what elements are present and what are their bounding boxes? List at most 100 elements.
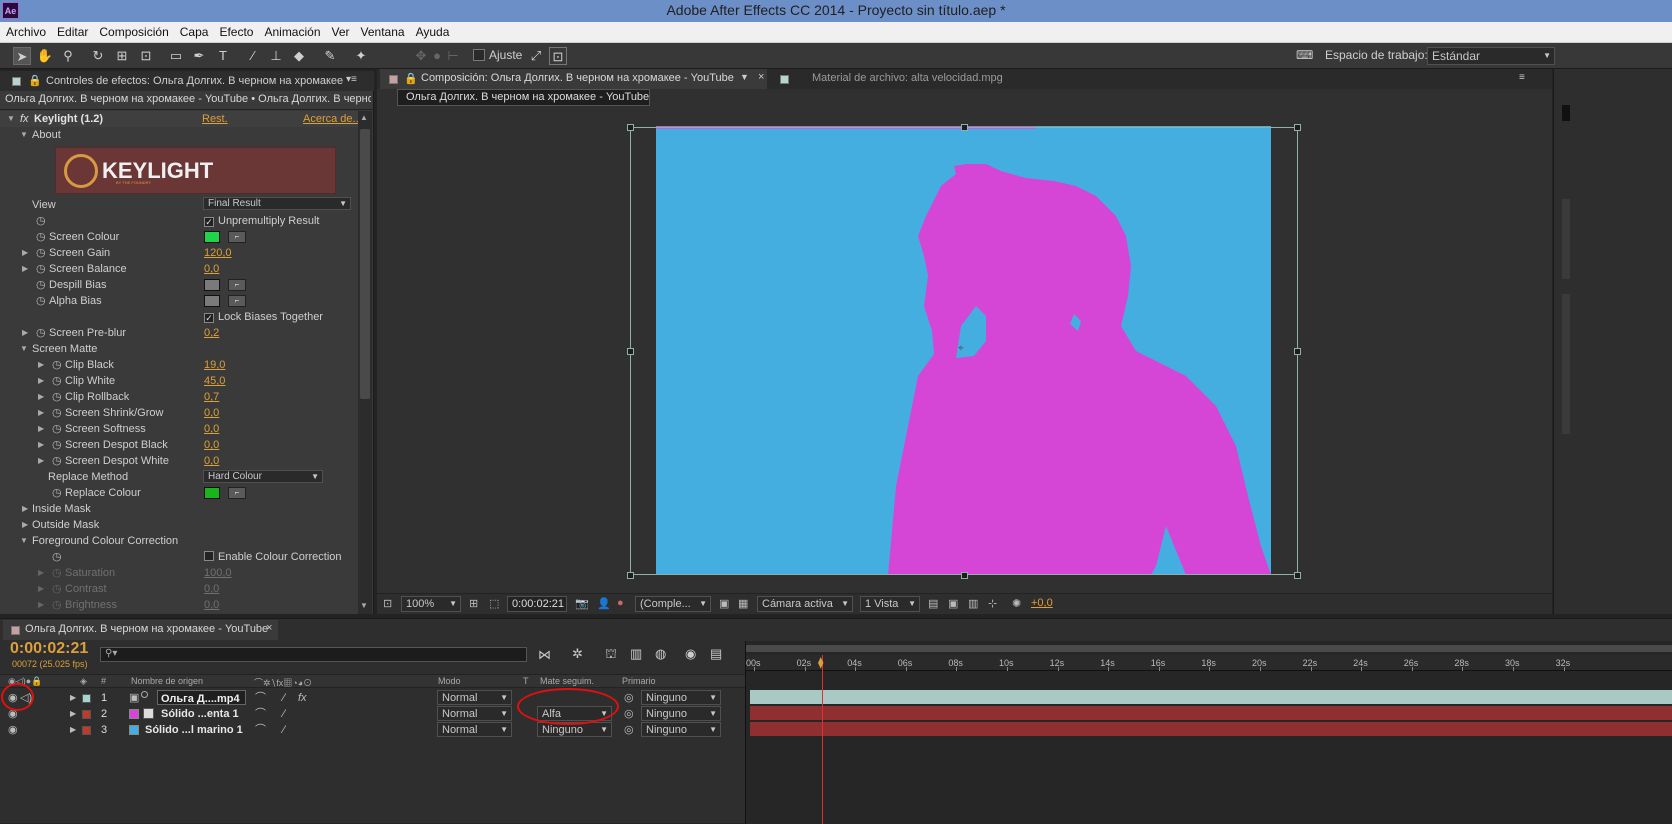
twirl-right-icon[interactable]: ▶ <box>38 453 44 469</box>
stopwatch-icon[interactable]: ◷ <box>36 213 46 229</box>
unpremultiply-checkbox[interactable]: ✓ Unpremultiply Result <box>204 213 319 229</box>
layer-bar[interactable] <box>750 690 1672 704</box>
resolution-select[interactable]: (Comple... ▼ <box>635 596 711 612</box>
clip-black-value[interactable]: 19,0 <box>204 357 225 373</box>
video-eye-icon[interactable]: ◉ <box>8 722 18 738</box>
effect-controls-scrollbar[interactable]: ▲ ▼ <box>358 111 372 614</box>
stopwatch-icon[interactable]: ◷ <box>52 421 62 437</box>
scrollbar-thumb[interactable] <box>360 129 370 399</box>
checkbox-unchecked-icon[interactable] <box>204 551 214 561</box>
rectangle-tool-icon[interactable]: ▭ <box>167 47 185 65</box>
layer-mode-select[interactable]: Normal ▼ <box>437 706 512 721</box>
menu-ayuda[interactable]: Ayuda <box>410 22 455 42</box>
replace-colour-swatch[interactable] <box>204 487 220 499</box>
twirl-down-icon[interactable]: ▼ <box>20 533 28 549</box>
outside-mask-row[interactable]: ▶ Outside Mask <box>0 517 358 533</box>
pan-behind-tool-icon[interactable]: ⊡ <box>137 47 155 65</box>
stopwatch-icon[interactable]: ◷ <box>36 229 46 245</box>
type-tool-icon[interactable]: T <box>214 47 232 65</box>
timeline-search-input[interactable]: ⚲▾ <box>100 647 527 662</box>
quality-switch-icon[interactable]: ∕ <box>283 690 285 706</box>
current-time-indicator[interactable] <box>822 655 823 824</box>
transform-handle[interactable] <box>627 348 634 355</box>
shy-switch-icon[interactable]: ⌒ <box>255 706 266 722</box>
reset-link[interactable]: Rest. <box>202 111 228 127</box>
hide-shy-layers-icon[interactable]: ⛫ <box>605 646 617 664</box>
layer-label-color[interactable] <box>82 694 91 703</box>
exposure-value[interactable]: +0,0 <box>1031 597 1053 609</box>
clip-rollback-value[interactable]: 0,7 <box>204 389 219 405</box>
layer-bar[interactable] <box>750 722 1672 736</box>
stopwatch-icon[interactable]: ◷ <box>36 293 46 309</box>
transform-handle[interactable] <box>961 572 968 579</box>
camera-select[interactable]: Cámara activa ▼ <box>757 596 853 612</box>
stopwatch-icon[interactable]: ◷ <box>52 485 62 501</box>
col-source-name[interactable]: Nombre de origen <box>131 676 203 686</box>
reset-exposure-icon[interactable]: ✺ <box>1012 597 1021 610</box>
layer-parent-select[interactable]: Ninguno ▼ <box>641 722 721 737</box>
eyedropper-icon[interactable]: ⌐ <box>228 487 246 499</box>
shrink-grow-value[interactable]: 0,0 <box>204 405 219 421</box>
transform-handle[interactable] <box>961 124 968 131</box>
hand-tool-icon[interactable]: ✋ <box>36 47 54 65</box>
close-icon[interactable]: × <box>266 622 272 634</box>
close-icon[interactable]: × <box>758 71 764 83</box>
brush-tool-icon[interactable]: ∕ <box>244 47 262 65</box>
checkbox-checked-icon[interactable]: ✓ <box>204 217 214 227</box>
alpha-bias-swatch[interactable] <box>204 295 220 307</box>
transform-handle[interactable] <box>627 124 634 131</box>
layer-parent-select[interactable]: Ninguno ▼ <box>641 690 721 705</box>
replace-method-select[interactable]: Hard Colour ▼ <box>203 470 323 483</box>
pickwhip-icon[interactable]: ◎ <box>624 722 634 738</box>
safe-zones-icon[interactable]: ⊞ <box>469 597 478 610</box>
screen-gain-value[interactable]: 120,0 <box>204 245 232 261</box>
transform-handle[interactable] <box>627 572 634 579</box>
camera-orbit-tool-icon[interactable]: ⊞ <box>113 47 131 65</box>
twirl-right-icon[interactable]: ▶ <box>70 690 76 706</box>
enable-correction-checkbox[interactable]: Enable Colour Correction <box>204 549 342 565</box>
effect-switch-icon[interactable]: fx <box>298 690 307 706</box>
layer-mode-select[interactable]: Normal ▼ <box>437 690 512 705</box>
twirl-down-icon[interactable]: ▼ <box>20 127 28 143</box>
screen-preblur-value[interactable]: 0,2 <box>204 325 219 341</box>
snap-target-icon[interactable]: ⊡ <box>549 47 567 65</box>
snap-checkbox[interactable] <box>473 49 485 61</box>
effect-header-row[interactable]: ▼ fx Keylight (1.2) Rest. Acerca de... <box>0 111 358 127</box>
roto-brush-tool-icon[interactable]: ✎ <box>321 47 339 65</box>
show-snapshot-icon[interactable]: 👤 <box>597 597 611 610</box>
zoom-select[interactable]: 100% ▼ <box>401 596 461 612</box>
puppet-pin-tool-icon[interactable]: ✦ <box>352 47 370 65</box>
graph-editor-icon[interactable]: ◉ <box>685 646 696 662</box>
channel-icon[interactable]: ● <box>617 597 624 609</box>
eyedropper-icon[interactable]: ⌐ <box>228 279 246 291</box>
twirl-right-icon[interactable]: ▶ <box>38 389 44 405</box>
stopwatch-icon[interactable]: ◷ <box>52 389 62 405</box>
scroll-down-icon[interactable]: ▼ <box>360 601 368 610</box>
menu-ventana[interactable]: Ventana <box>355 22 410 42</box>
fast-previews-icon[interactable]: ▣ <box>948 597 958 610</box>
always-preview-icon[interactable]: ⊡ <box>383 597 392 610</box>
twirl-right-icon[interactable]: ▶ <box>22 261 28 277</box>
clone-stamp-tool-icon[interactable]: ⊥ <box>267 47 285 65</box>
tab-timeline[interactable]: Ольга Долгих. В черном на хромакее - You… <box>3 620 278 640</box>
selection-tool-icon[interactable]: ➤ <box>13 47 31 65</box>
timeline-icon[interactable]: ▥ <box>968 597 978 610</box>
twirl-down-icon[interactable]: ▼ <box>20 341 28 357</box>
stopwatch-icon[interactable]: ◷ <box>36 245 46 261</box>
inside-mask-row[interactable]: ▶ Inside Mask <box>0 501 358 517</box>
clip-white-value[interactable]: 45,0 <box>204 373 225 389</box>
eyedropper-icon[interactable]: ⌐ <box>228 231 246 243</box>
zoom-tool-icon[interactable]: ⚲ <box>59 47 77 65</box>
screen-colour-swatch[interactable] <box>204 231 220 243</box>
composition-navigator-chip[interactable]: Ольга Долгих. В черном на хромакее - You… <box>397 89 650 106</box>
toggle-pixel-aspect-icon[interactable]: ▤ <box>928 597 938 610</box>
checkbox-checked-icon[interactable]: ✓ <box>204 313 214 323</box>
transform-handle[interactable] <box>1294 572 1301 579</box>
draft-3d-icon[interactable]: ✲ <box>572 646 583 662</box>
about-group-row[interactable]: ▼ About <box>0 127 358 143</box>
views-select[interactable]: 1 Vista ▼ <box>860 596 920 612</box>
current-time-display[interactable]: 0:00:02:21 <box>507 596 567 612</box>
despot-black-value[interactable]: 0,0 <box>204 437 219 453</box>
tab-dropdown-icon[interactable]: ▼ <box>740 72 749 82</box>
menu-editar[interactable]: Editar <box>51 22 93 42</box>
